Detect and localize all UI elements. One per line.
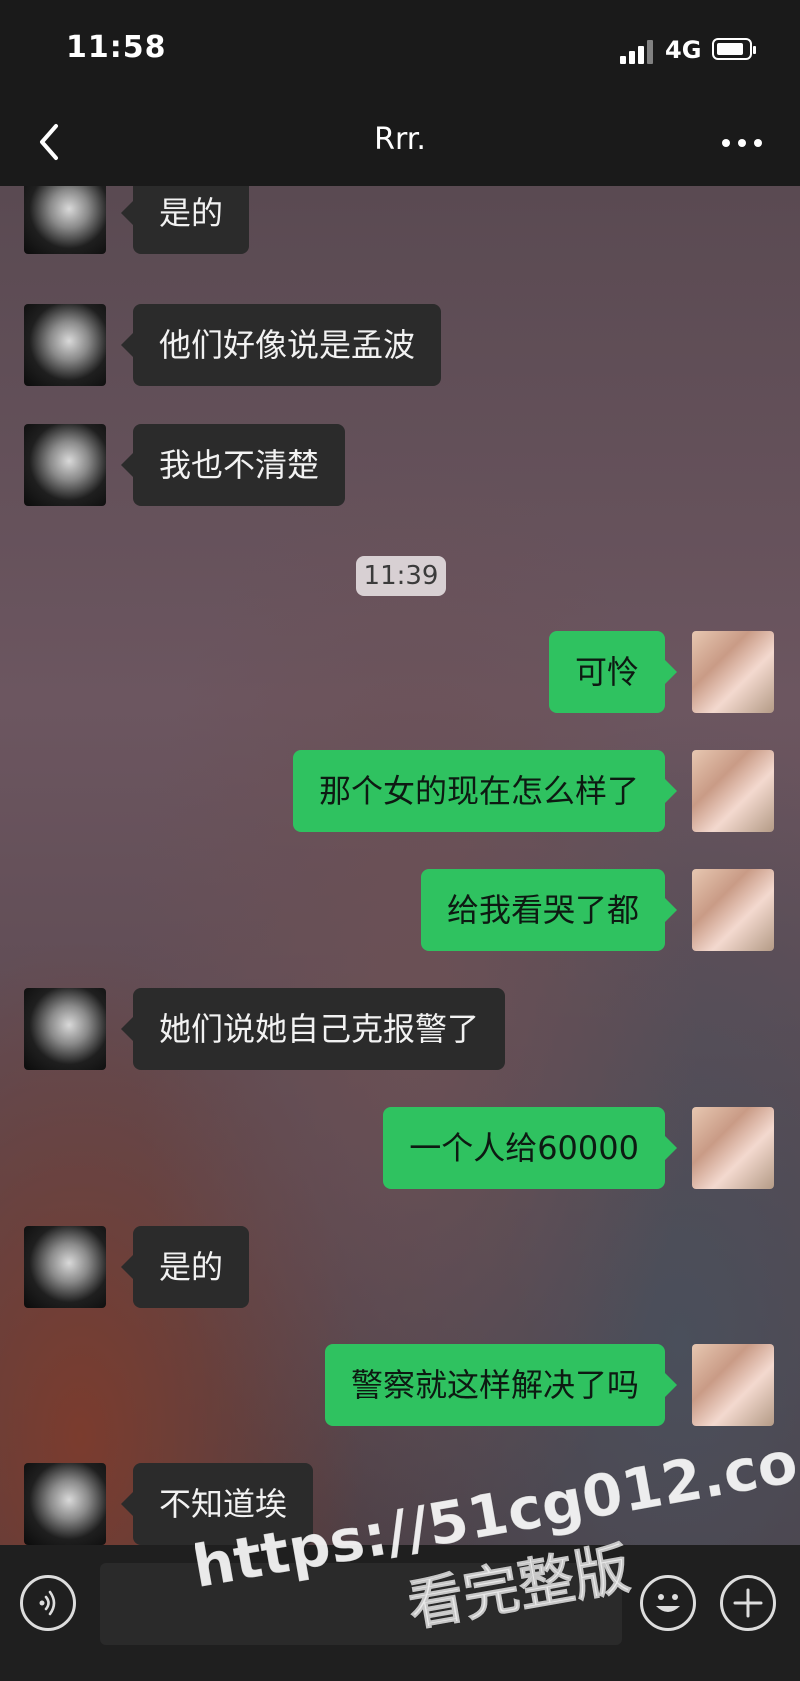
incoming-message[interactable]: 她们说她自己克报警了 bbox=[120, 988, 506, 1070]
battery-icon bbox=[712, 38, 756, 60]
my-avatar[interactable] bbox=[692, 631, 774, 713]
my-avatar[interactable] bbox=[692, 1107, 774, 1189]
network-type: 4G bbox=[665, 36, 702, 64]
contact-avatar[interactable] bbox=[24, 988, 106, 1070]
incoming-message[interactable]: 不知道埃 bbox=[120, 1463, 314, 1545]
outgoing-message[interactable]: 可怜 bbox=[548, 631, 678, 713]
chat-title: Rrr. bbox=[374, 122, 426, 157]
chat-area[interactable]: 是的 他们好像说是孟波 我也不清楚 11:39 可怜 那个女的现在怎么样了 给我… bbox=[0, 186, 800, 1545]
my-avatar[interactable] bbox=[692, 869, 774, 951]
contact-avatar[interactable] bbox=[24, 186, 106, 254]
message-timestamp: 11:39 bbox=[356, 556, 446, 596]
outgoing-message[interactable]: 给我看哭了都 bbox=[420, 869, 678, 951]
incoming-message[interactable]: 是的 bbox=[120, 186, 250, 254]
input-bar bbox=[0, 1545, 800, 1681]
incoming-message[interactable]: 我也不清楚 bbox=[120, 424, 346, 506]
navigation-bar: Rrr. bbox=[0, 100, 800, 186]
outgoing-message[interactable]: 那个女的现在怎么样了 bbox=[292, 750, 678, 832]
voice-icon[interactable] bbox=[20, 1575, 76, 1631]
contact-avatar[interactable] bbox=[24, 424, 106, 506]
my-avatar[interactable] bbox=[692, 1344, 774, 1426]
contact-avatar[interactable] bbox=[24, 1226, 106, 1308]
contact-avatar[interactable] bbox=[24, 304, 106, 386]
my-avatar[interactable] bbox=[692, 750, 774, 832]
contact-avatar[interactable] bbox=[24, 1463, 106, 1545]
message-input[interactable] bbox=[100, 1563, 622, 1645]
outgoing-message[interactable]: 一个人给60000 bbox=[383, 1107, 677, 1189]
incoming-message[interactable]: 他们好像说是孟波 bbox=[120, 304, 442, 386]
emoji-icon[interactable] bbox=[640, 1575, 696, 1631]
plus-icon[interactable] bbox=[720, 1575, 776, 1631]
status-bar: 11:58 4G bbox=[0, 0, 800, 100]
incoming-message[interactable]: 是的 bbox=[120, 1226, 250, 1308]
outgoing-message[interactable]: 警察就这样解决了吗 bbox=[324, 1344, 678, 1426]
status-time: 11:58 bbox=[66, 30, 167, 65]
signal-icon bbox=[620, 40, 656, 64]
more-icon[interactable] bbox=[722, 132, 766, 152]
